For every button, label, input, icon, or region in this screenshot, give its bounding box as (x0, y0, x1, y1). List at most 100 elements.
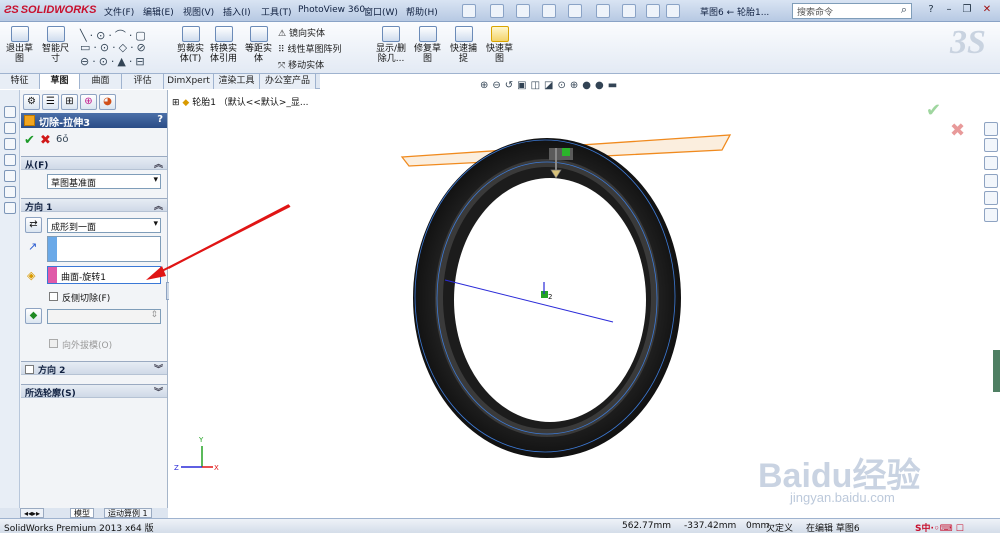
help-icon[interactable]: ? (922, 3, 940, 18)
cancel-x-icon[interactable]: ✖ (40, 133, 51, 148)
ime-indicator[interactable]: S中·◦⌨ ☐ (915, 521, 964, 533)
selected-contours-label: 所选轮廓(S) (25, 389, 76, 399)
exit-sketch-button[interactable]: 退出草 图 (6, 26, 33, 64)
display-manager-tab-icon[interactable]: ◕ (99, 94, 116, 110)
snap-icon (454, 26, 473, 42)
selected-contours-group-header[interactable]: 所选轮廓(S) ︾ (21, 384, 167, 399)
strip-tool-icon[interactable] (4, 170, 16, 182)
draft-outward-label: 向外拔模(O) (62, 341, 113, 351)
direction2-checkbox[interactable] (25, 365, 34, 374)
file-explorer-icon[interactable] (984, 156, 998, 170)
menu-photoview[interactable]: PhotoView 360 (298, 5, 365, 15)
quick-snaps-button[interactable]: 快速捕 捉 (450, 26, 477, 64)
side-handle[interactable] (993, 350, 1000, 392)
strip-tool-icon[interactable] (4, 138, 16, 150)
design-library-icon[interactable] (984, 138, 998, 152)
menu-help[interactable]: 帮助(H) (406, 5, 438, 18)
open-icon[interactable] (490, 4, 504, 18)
menu-insert[interactable]: 插入(I) (223, 5, 251, 18)
help-icon[interactable]: ? (157, 114, 163, 125)
selection-color-swatch (48, 237, 57, 261)
rapid-sketch-button[interactable]: 快速草 图 (486, 26, 513, 64)
from-select[interactable]: 草图基准面 ▾ (47, 174, 161, 189)
select-icon[interactable] (596, 4, 610, 18)
repair-icon (418, 26, 437, 42)
solidworks-logo[interactable]: ƧS SOLIDWORKS (4, 4, 96, 16)
bottom-tabs: ◂◂▸▸ 模型 运动算例 1 (0, 508, 168, 518)
rapid-sketch-label: 快速草 图 (486, 44, 514, 64)
feature-manager-tab-icon[interactable]: ⚙ (23, 94, 40, 110)
strip-tool-icon[interactable] (4, 202, 16, 214)
file-props-icon[interactable] (646, 4, 660, 18)
direction-vector-icon: ↗ (28, 240, 38, 253)
offset-entities-button[interactable]: 等距实 体 (245, 26, 272, 64)
repair-sketch-button[interactable]: 修复草 图 (414, 26, 441, 64)
configuration-manager-tab-icon[interactable]: ⊞ (61, 94, 78, 110)
face-selection-value: 曲面-旋转1 (61, 273, 106, 283)
close-button[interactable]: ✕ (978, 3, 996, 18)
snap-label: 快速捕 捉 (450, 44, 478, 64)
offset-label: 等距实 体 (245, 44, 273, 64)
restore-button[interactable]: ❐ (958, 3, 976, 18)
print-icon[interactable] (542, 4, 556, 18)
tab-evaluate[interactable]: 评估 (122, 74, 164, 89)
tab-dimxpert[interactable]: DimXpert (164, 74, 214, 89)
nav-arrows-icon[interactable]: ◂◂▸▸ (20, 508, 45, 518)
strip-tool-icon[interactable] (4, 186, 16, 198)
tab-office-products[interactable]: 办公室产品 (260, 74, 316, 89)
tab-features[interactable]: 特征 (0, 74, 40, 89)
search-icon[interactable]: ⌕ (896, 3, 912, 19)
rebuild-icon[interactable] (622, 4, 636, 18)
appearances-icon[interactable] (984, 191, 998, 205)
display-delete-relations-button[interactable]: 显示/删 除几... (376, 26, 406, 64)
trim-entities-button[interactable]: 剪裁实 体(T) (177, 26, 204, 64)
linear-pattern-button[interactable]: ⠿ 线性草图阵列 (278, 42, 341, 55)
direction1-header-label: 方向 1 (25, 203, 53, 213)
undo-icon[interactable] (568, 4, 582, 18)
ok-check-icon[interactable]: ✔ (24, 133, 35, 148)
reverse-direction-icon[interactable]: ⇄ (25, 217, 42, 233)
search-input[interactable]: 搜索命令 (792, 3, 912, 19)
tab-motion-study[interactable]: 运动算例 1 (104, 508, 152, 518)
dimxpert-tab-icon[interactable]: ⊕ (80, 94, 97, 110)
draft-outward-checkbox[interactable] (49, 339, 58, 348)
manager-tabs: ⚙ ☰ ⊞ ⊕ ◕ (20, 94, 168, 110)
tab-render-tools[interactable]: 渲染工具 (214, 74, 260, 89)
save-icon[interactable] (516, 4, 530, 18)
menu-file[interactable]: 文件(F) (104, 5, 134, 18)
minimize-button[interactable]: – (940, 3, 958, 18)
smart-dimension-button[interactable]: 智能尺 寸 (42, 26, 69, 64)
draft-icon[interactable]: ◆ (25, 308, 42, 324)
tab-sketch[interactable]: 草图 (40, 74, 80, 89)
convert-entities-button[interactable]: 转换实 体引用 (210, 26, 237, 64)
sketch-tools-row-3[interactable]: ⊖·⊙·▲·⊟ (80, 55, 148, 68)
from-group-header[interactable]: 从(F) ︽ (21, 156, 167, 171)
menu-window[interactable]: 窗口(W) (364, 5, 398, 18)
direction2-group-header[interactable]: 方向 2 ︾ (21, 361, 167, 376)
strip-tool-icon[interactable] (4, 106, 16, 118)
tab-model[interactable]: 模型 (70, 508, 94, 518)
options-icon[interactable] (666, 4, 680, 18)
new-icon[interactable] (462, 4, 476, 18)
move-entities-button[interactable]: ⤧ 移动实体 (278, 58, 324, 71)
menu-edit[interactable]: 编辑(E) (143, 5, 174, 18)
sketch-tools-row-2[interactable]: ▭·⊙·◇·⊘ (80, 41, 149, 54)
property-manager-tab-icon[interactable]: ☰ (42, 94, 59, 110)
mirror-entities-button[interactable]: ⚠ 镜向实体 (278, 26, 325, 39)
strip-tool-icon[interactable] (4, 122, 16, 134)
menu-view[interactable]: 视图(V) (183, 5, 214, 18)
app-logo-text: SOLIDWORKS (20, 4, 97, 16)
move-icon: ⤧ (278, 61, 289, 71)
strip-tool-icon[interactable] (4, 154, 16, 166)
flip-side-checkbox[interactable] (49, 292, 58, 301)
custom-properties-icon[interactable] (984, 208, 998, 222)
view-palette-icon[interactable] (984, 174, 998, 188)
draft-angle-input[interactable]: ⇕ (47, 309, 161, 324)
rapid-sketch-icon (490, 26, 509, 42)
resources-icon[interactable] (984, 122, 998, 136)
status-bar: SolidWorks Premium 2013 x64 版 562.77mm -… (0, 518, 1000, 533)
tab-surfaces[interactable]: 曲面 (80, 74, 122, 89)
detailed-preview-icon[interactable]: 6ỏ (56, 134, 68, 145)
editing-status: 在编辑 草图6 (806, 524, 860, 533)
menu-tools[interactable]: 工具(T) (261, 5, 292, 18)
